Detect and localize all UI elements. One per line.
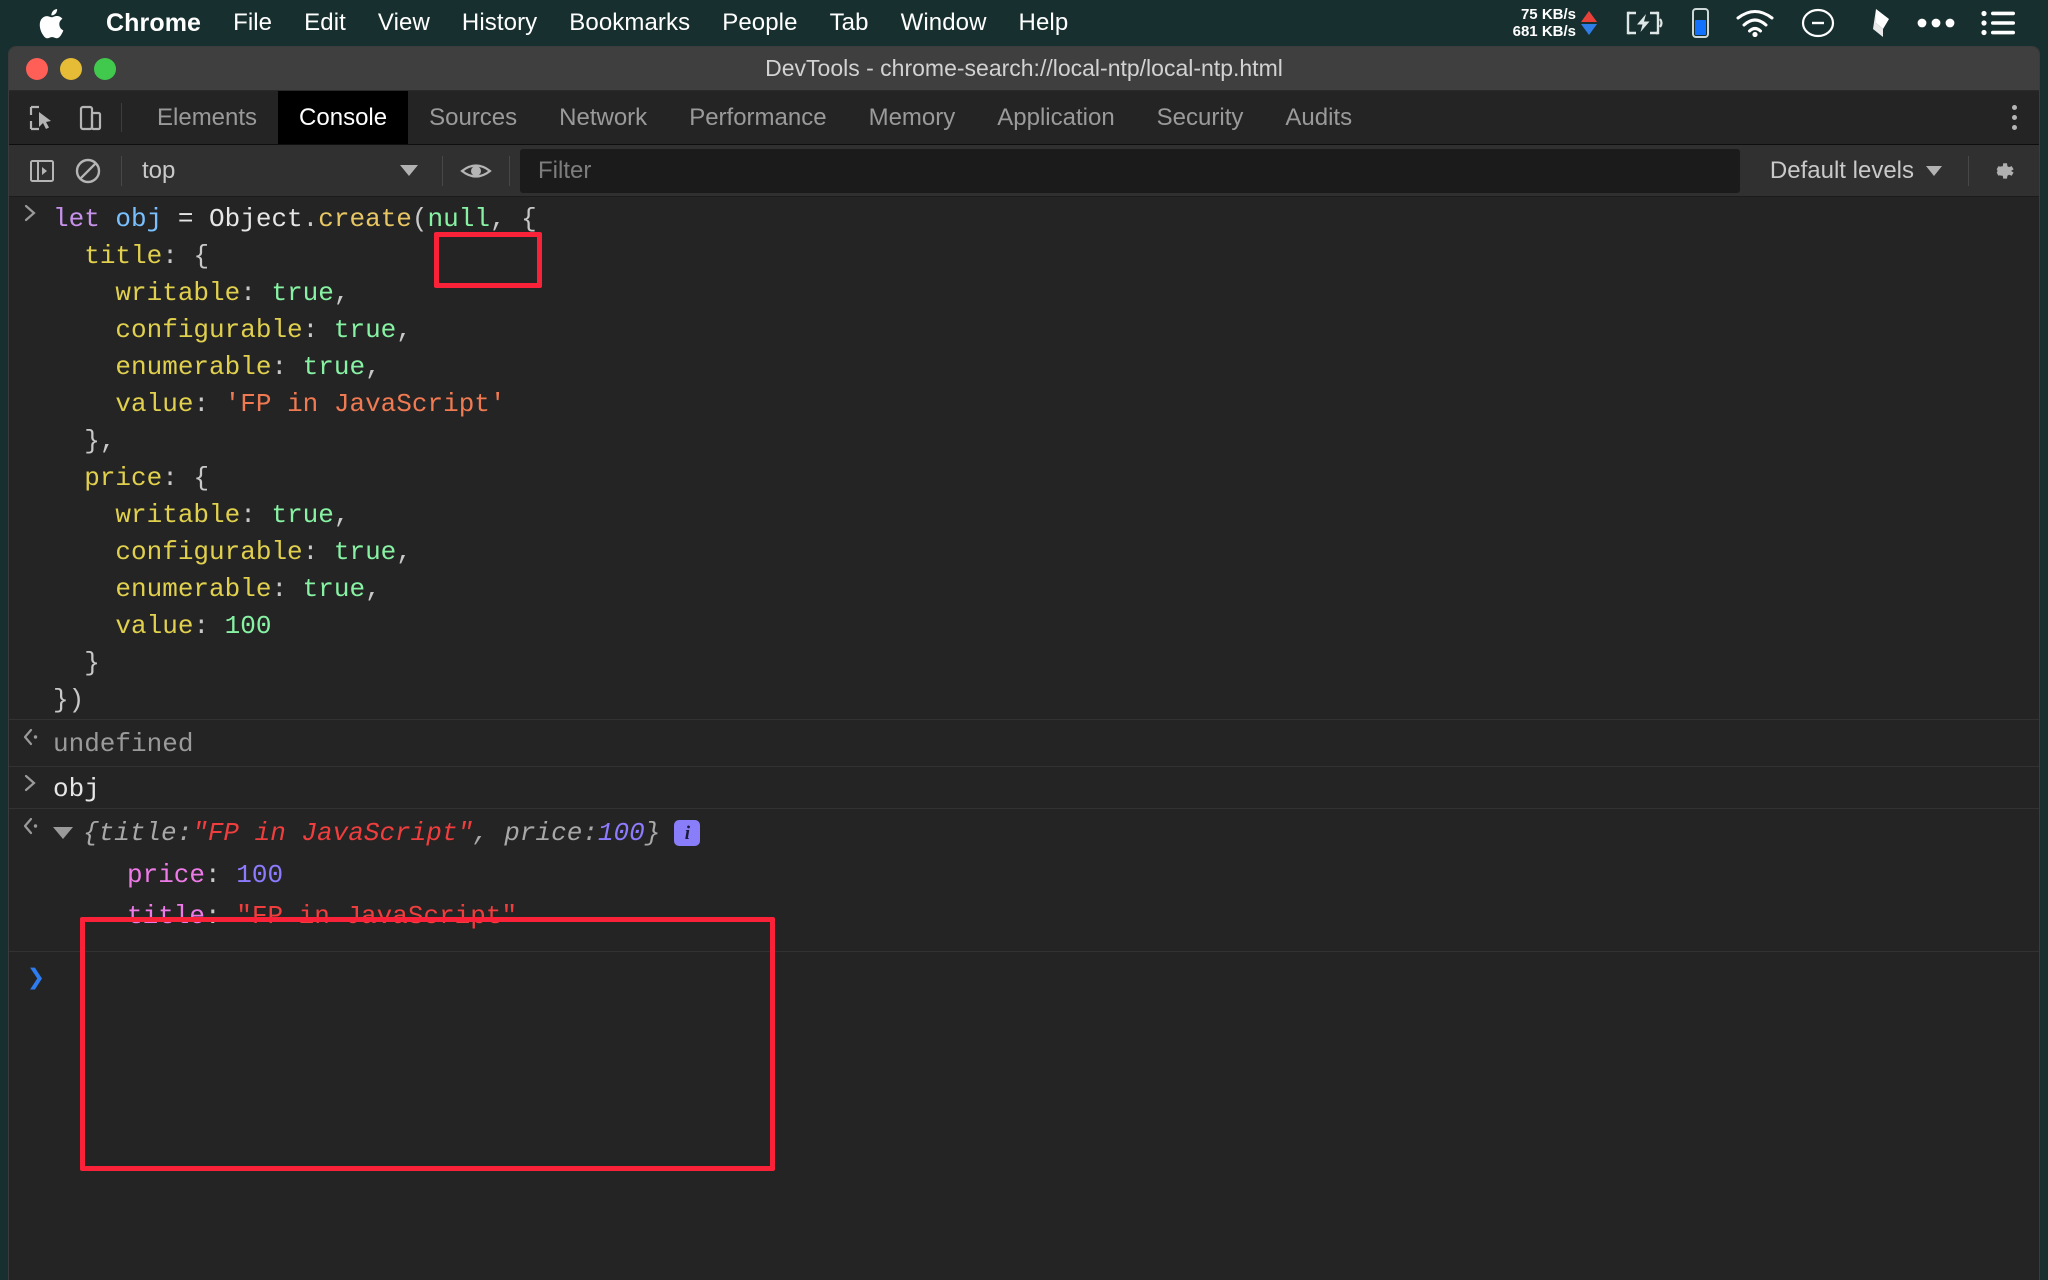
devtools-tabstrip: Elements Console Sources Network Perform… [9, 91, 2039, 145]
apple-logo-icon[interactable] [38, 8, 64, 39]
input-chevron-icon [9, 767, 53, 808]
console-entry-input[interactable]: obj [9, 767, 2039, 808]
object-preview[interactable]: {title: "FP in JavaScript", price: 100} … [53, 809, 701, 855]
clear-console-icon[interactable] [65, 148, 111, 194]
tab-elements[interactable]: Elements [136, 91, 278, 144]
devtools-tabs: Elements Console Sources Network Perform… [136, 91, 1373, 144]
execution-context-value: top [142, 156, 176, 184]
tab-console[interactable]: Console [278, 91, 409, 144]
close-button[interactable] [26, 57, 48, 80]
log-levels-select[interactable]: Default levels [1754, 157, 1958, 185]
console-entry-input[interactable]: let obj = Object.create(null, { title: {… [9, 197, 2039, 719]
console-sidebar-icon[interactable] [19, 148, 65, 194]
tab-performance[interactable]: Performance [668, 91, 847, 144]
window-controls [26, 57, 116, 80]
console-output[interactable]: let obj = Object.create(null, { title: {… [9, 197, 2039, 1280]
console-input-code: let obj = Object.create(null, { title: {… [53, 204, 537, 715]
menu-item-people[interactable]: People [706, 9, 813, 37]
minimize-button[interactable] [60, 57, 82, 80]
menu-item-help[interactable]: Help [1003, 9, 1085, 37]
menu-item-history[interactable]: History [446, 9, 553, 37]
triangle-down-icon[interactable] [53, 827, 73, 839]
download-speed: 681 KB/s [1512, 23, 1576, 40]
upload-arrow-icon [1581, 11, 1597, 22]
gear-icon[interactable] [1979, 148, 2025, 194]
devtools-window: DevTools - chrome-search://local-ntp/loc… [8, 46, 2040, 1280]
network-speed-indicator[interactable]: 75 KB/s 681 KB/s [1513, 6, 1597, 40]
tab-audits[interactable]: Audits [1264, 91, 1373, 144]
tab-sources[interactable]: Sources [408, 91, 538, 144]
kebab-menu-icon[interactable] [1990, 105, 2039, 130]
console-prompt-row[interactable]: ❯ [9, 952, 2039, 997]
console-entry-result-object[interactable]: {title: "FP in JavaScript", price: 100} … [9, 809, 2039, 937]
info-badge[interactable]: i [674, 820, 701, 846]
menu-item-file[interactable]: File [217, 9, 288, 37]
result-chevron-icon [9, 720, 53, 748]
toolbar-divider-1 [121, 155, 122, 186]
toolbar-divider-4 [1968, 155, 1969, 186]
tab-memory[interactable]: Memory [848, 91, 977, 144]
battery-level-icon[interactable] [1692, 8, 1709, 38]
execution-context-select[interactable]: top [132, 151, 432, 191]
menu-item-edit[interactable]: Edit [288, 9, 362, 37]
screen: Chrome File Edit View History Bookmarks … [0, 0, 2048, 1280]
prompt-chevron-icon: ❯ [27, 963, 46, 997]
tab-application[interactable]: Application [976, 91, 1135, 144]
upload-speed: 75 KB/s [1520, 6, 1576, 23]
filter-input[interactable] [520, 148, 1740, 193]
menu-list-icon[interactable] [1981, 10, 2015, 36]
device-toolbar-icon[interactable] [73, 101, 107, 135]
window-titlebar: DevTools - chrome-search://local-ntp/loc… [9, 47, 2039, 91]
menu-item-bookmarks[interactable]: Bookmarks [553, 9, 706, 37]
menu-item-chrome[interactable]: Chrome [90, 9, 217, 38]
inspect-element-icon[interactable] [25, 101, 59, 135]
console-input-code: obj [53, 774, 100, 804]
ellipsis-icon[interactable] [1917, 17, 1955, 29]
tabstrip-divider [121, 103, 122, 132]
zoom-button[interactable] [94, 57, 116, 80]
battery-charging-icon[interactable] [1626, 10, 1666, 36]
console-toolbar: top Default levels [9, 145, 2039, 197]
wifi-icon[interactable] [1735, 9, 1775, 37]
object-property-row[interactable]: price: 100 [9, 855, 2039, 896]
window-title: DevTools - chrome-search://local-ntp/loc… [765, 55, 1283, 81]
tab-security[interactable]: Security [1136, 91, 1265, 144]
chevron-down-icon [1926, 165, 1942, 176]
do-not-disturb-icon[interactable] [1801, 6, 1835, 40]
input-chevron-icon [9, 197, 53, 719]
download-arrow-icon [1581, 24, 1597, 35]
chevron-down-icon [400, 165, 418, 176]
macos-menubar: Chrome File Edit View History Bookmarks … [0, 0, 2048, 46]
menu-item-window[interactable]: Window [885, 9, 1003, 37]
object-property-row[interactable]: title: "FP in JavaScript" [9, 896, 2039, 937]
console-entry-result-undefined: undefined [9, 720, 2039, 766]
result-undefined-text: undefined [53, 729, 194, 759]
dropbox-icon[interactable] [1861, 7, 1891, 39]
toolbar-divider-3 [509, 155, 510, 186]
console-prompt-input[interactable] [53, 960, 2039, 997]
menubar-status-area: 75 KB/s 681 KB/s [1513, 0, 2048, 46]
menu-item-view[interactable]: View [362, 9, 446, 37]
result-chevron-icon [9, 809, 53, 837]
tab-network[interactable]: Network [538, 91, 668, 144]
live-expression-eye-icon[interactable] [453, 148, 499, 194]
toolbar-divider-2 [442, 155, 443, 186]
log-levels-label: Default levels [1769, 156, 1914, 184]
menu-item-tab[interactable]: Tab [814, 9, 885, 37]
